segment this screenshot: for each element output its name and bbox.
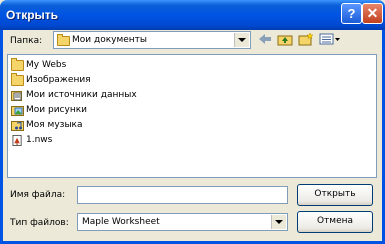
folder-dropdown-value: Мои документы [72,35,148,45]
filename-label: Имя файла: [10,190,66,200]
folder-label: Папка: [10,36,43,46]
filetype-label: Тип файлов: [10,218,69,228]
view-menu-icon[interactable] [319,32,341,46]
maple-file-icon [12,135,22,146]
open-button[interactable]: Открыть [297,184,373,206]
open-dialog: Открыть ? ✕ Папка: Мои документы My Webs [0,0,385,244]
filetype-dropdown-value: Maple Worksheet [82,217,160,227]
chevron-down-icon[interactable] [271,215,286,229]
folder-icon [11,58,24,71]
list-item-label: Изображения [26,75,91,85]
filename-input[interactable] [77,186,288,204]
file-list[interactable]: My Webs Изображения Мои источники данных… [7,54,377,178]
cancel-button[interactable]: Отмена [297,211,373,233]
window-frame-left [0,30,3,244]
folder-icon [11,73,24,86]
back-arrow-icon[interactable] [258,32,272,46]
list-item-label: Мои источники данных [26,90,137,100]
folder-dropdown[interactable]: Мои документы [53,31,251,49]
up-folder-icon[interactable] [277,32,293,46]
list-item-label: Мои рисунки [26,105,87,115]
chevron-down-icon[interactable] [234,33,249,47]
data-sources-icon [11,91,22,101]
help-button[interactable]: ? [341,3,362,24]
new-folder-icon[interactable] [298,32,314,46]
folder-icon [57,34,70,46]
list-item-label: 1.nws [26,135,53,145]
pictures-folder-icon [11,106,24,116]
close-button[interactable]: ✕ [362,3,383,24]
title-bar[interactable]: Открыть ? ✕ [0,0,385,30]
window-title: Открыть [6,8,59,22]
list-item-label: Моя музыка [26,120,83,130]
filetype-dropdown[interactable]: Maple Worksheet [77,213,288,231]
music-folder-icon [11,121,24,131]
list-item-label: My Webs [26,60,67,70]
